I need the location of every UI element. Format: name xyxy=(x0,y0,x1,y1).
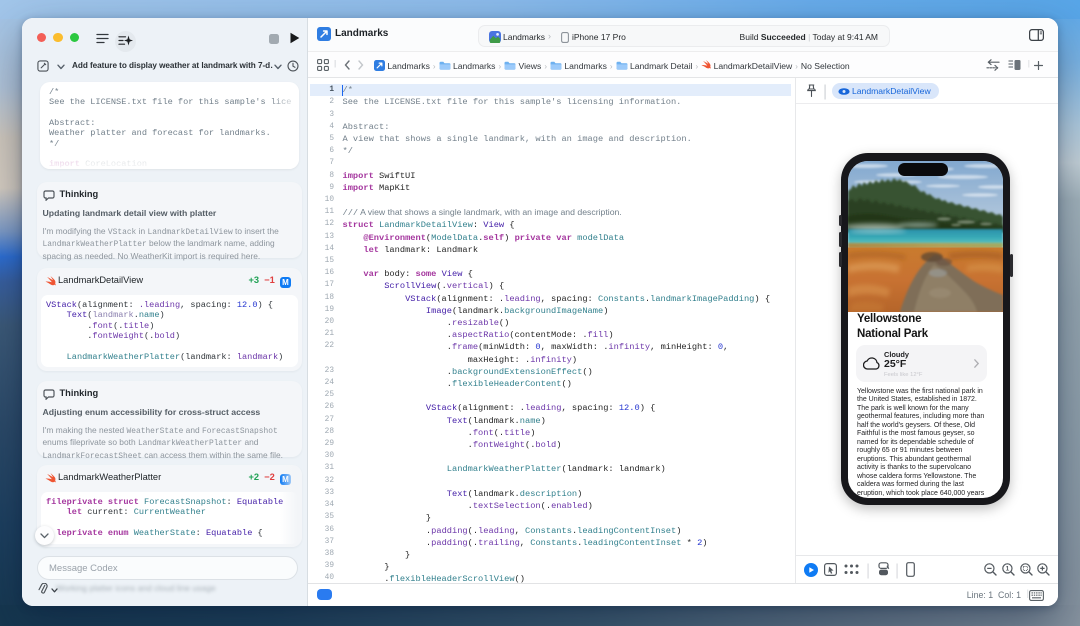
svg-text:1: 1 xyxy=(1006,566,1010,573)
